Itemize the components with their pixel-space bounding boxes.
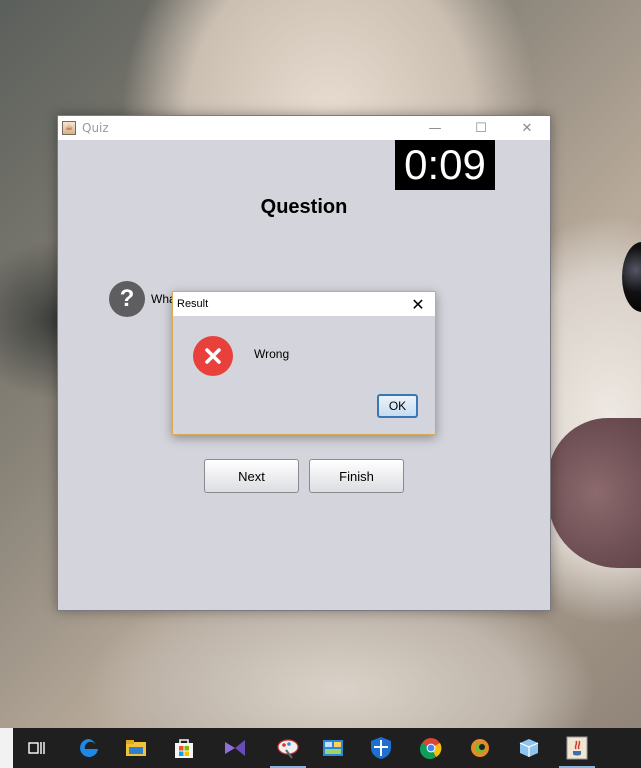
chrome-icon[interactable]: [407, 728, 455, 768]
store-icon[interactable]: [160, 728, 208, 768]
eclipse-icon[interactable]: [456, 728, 504, 768]
dialog-message: Wrong: [254, 347, 290, 361]
cube-glyph: [519, 739, 539, 757]
store-glyph: [175, 739, 193, 758]
background-bear-nose: [548, 418, 641, 568]
control-panel-glyph: [323, 740, 343, 756]
paint-glyph: [277, 739, 299, 759]
window-controls: — ☐ ✕: [412, 116, 550, 140]
security-icon[interactable]: [357, 728, 405, 768]
shield-glyph: [371, 737, 391, 759]
background-bear-eye: [622, 242, 641, 312]
cube-app-icon[interactable]: [505, 728, 553, 768]
chrome-glyph: [420, 738, 442, 759]
dialog-close-button[interactable]: ✕: [401, 292, 435, 316]
java-icon[interactable]: [553, 728, 601, 768]
control-panel-icon[interactable]: [309, 728, 357, 768]
edge-glyph: [80, 739, 98, 757]
minimize-button[interactable]: —: [412, 116, 458, 140]
title-bar[interactable]: ☕ Quiz — ☐ ✕: [58, 116, 550, 140]
folder-glyph: [126, 740, 146, 756]
ok-button[interactable]: OK: [377, 394, 418, 418]
error-icon: [193, 336, 233, 376]
dialog-title-bar[interactable]: Result ✕: [173, 292, 435, 316]
visual-studio-icon[interactable]: [211, 728, 259, 768]
countdown-timer: 0:09: [395, 140, 495, 190]
task-view-glyph: [28, 742, 45, 754]
next-button[interactable]: Next: [204, 459, 299, 493]
question-heading: Question: [260, 196, 348, 218]
paint-icon[interactable]: [264, 728, 312, 768]
maximize-button[interactable]: ☐: [458, 116, 504, 140]
result-dialog: Result ✕ Wrong OK: [172, 291, 436, 435]
java-app-icon: ☕: [62, 121, 76, 135]
taskbar: [0, 728, 641, 768]
start-edge[interactable]: [0, 728, 13, 768]
file-explorer-icon[interactable]: [112, 728, 160, 768]
edge-icon[interactable]: [65, 728, 113, 768]
vs-glyph: [225, 740, 245, 756]
dialog-title: Result: [177, 298, 209, 310]
x-mark-icon: [205, 348, 221, 364]
question-icon: ?: [109, 281, 145, 317]
finish-button[interactable]: Finish: [309, 459, 404, 493]
close-button[interactable]: ✕: [504, 116, 550, 140]
eclipse-glyph: [471, 739, 489, 757]
window-title: Quiz: [82, 121, 109, 135]
java-glyph: [566, 736, 588, 760]
task-view-icon[interactable]: [13, 728, 61, 768]
